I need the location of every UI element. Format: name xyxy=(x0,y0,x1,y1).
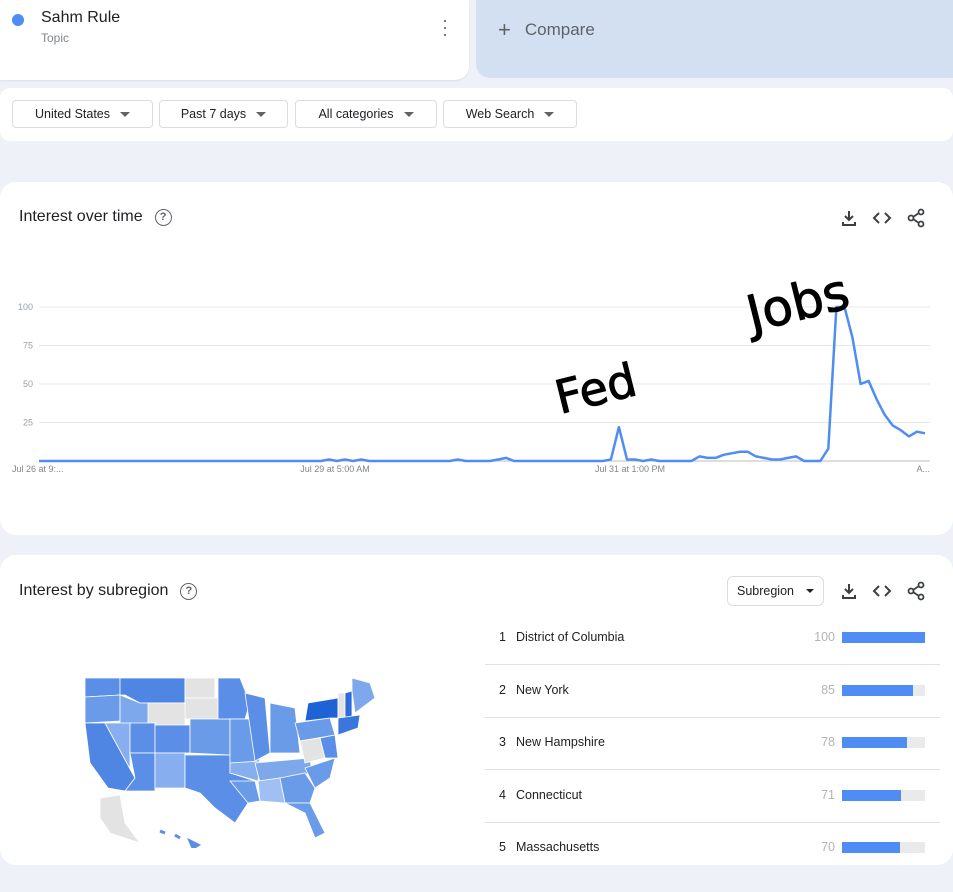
rank: 5 xyxy=(499,840,506,854)
annotation-jobs: Jobs xyxy=(738,262,855,344)
select-label: Subregion xyxy=(737,584,794,598)
row-divider xyxy=(485,822,940,823)
state-north-dakota xyxy=(184,677,216,699)
interest-over-time-card: Interest over time ? 25 50 75 100 Jul 26 at… xyxy=(0,182,953,535)
value-bar-track xyxy=(842,632,925,643)
interest-chart[interactable]: 25 50 75 100 Jul 26 at 9:... Jul 29 at 5:00 … xyxy=(0,182,953,535)
compare-label-wrap[interactable]: + Compare xyxy=(498,17,595,43)
caret-down-icon xyxy=(544,111,555,117)
region-name: Connecticut xyxy=(516,788,583,802)
caret-down-icon xyxy=(806,589,814,593)
x-tick-label: Jul 31 at 1:00 PM xyxy=(595,464,665,474)
state-kansas-nebraska xyxy=(189,718,231,756)
region-filter[interactable]: United States xyxy=(12,100,153,128)
value-bar-fill xyxy=(842,685,913,696)
state-south-dakota xyxy=(184,697,219,720)
region-name: District of Columbia xyxy=(516,630,625,644)
y-tick-label: 100 xyxy=(18,302,33,312)
region-value: 85 xyxy=(821,683,835,697)
search-term-card[interactable]: Sahm Rule Topic · · · xyxy=(0,0,469,80)
region-value: 71 xyxy=(821,788,835,802)
x-tick-label: Jul 29 at 5:00 AM xyxy=(300,464,370,474)
state-hawaii xyxy=(159,829,202,848)
filter-bar: United States Past 7 days All categories… xyxy=(0,88,953,141)
value-bar-fill xyxy=(842,842,901,853)
compare-label: Compare xyxy=(524,20,595,39)
state-minnesota xyxy=(217,677,251,720)
search-type-filter[interactable]: Web Search xyxy=(443,100,577,128)
value-bar-track xyxy=(842,790,925,801)
state-southern-new-england xyxy=(337,714,361,736)
region-value: 78 xyxy=(821,735,835,749)
resolution-select[interactable]: Subregion xyxy=(727,576,824,606)
state-maine xyxy=(351,677,376,714)
term-color-dot xyxy=(12,14,24,26)
help-icon[interactable]: ? xyxy=(180,582,198,600)
state-michigan-ohio-indiana xyxy=(269,702,301,754)
row-divider xyxy=(485,769,940,770)
subregion-row[interactable]: 1 District of Columbia 100 xyxy=(485,630,940,682)
caret-down-icon xyxy=(256,111,267,117)
download-icon[interactable] xyxy=(839,581,859,601)
section-title: Interest by subregion xyxy=(19,582,169,599)
compare-button[interactable]: + Compare xyxy=(476,0,953,78)
time-filter[interactable]: Past 7 days xyxy=(159,100,288,128)
state-vermont xyxy=(337,692,346,719)
state-new-mexico xyxy=(154,752,186,789)
x-tick-label: Jul 26 at 9:... xyxy=(12,464,64,474)
subregion-row[interactable]: 2 New York 85 xyxy=(485,683,940,735)
value-bar-track xyxy=(842,685,925,696)
state-washington xyxy=(84,677,121,698)
section-title-wrap: Interest by subregion ? xyxy=(19,582,198,600)
subregion-row[interactable]: 4 Connecticut 71 xyxy=(485,788,940,840)
state-florida xyxy=(284,802,326,839)
subregion-row[interactable]: 3 New Hampshire 78 xyxy=(485,735,940,787)
rank: 2 xyxy=(499,683,506,697)
region-name: New York xyxy=(516,683,569,697)
region-value: 100 xyxy=(814,630,835,644)
term-type: Topic xyxy=(41,31,70,45)
category-filter[interactable]: All categories xyxy=(295,100,437,128)
rank: 4 xyxy=(499,788,506,802)
state-new-york xyxy=(304,697,339,722)
filter-label: United States xyxy=(34,107,111,121)
state-alaska xyxy=(99,794,142,844)
rank: 1 xyxy=(499,630,506,644)
value-bar-fill xyxy=(842,632,925,643)
filter-label: Past 7 days xyxy=(180,107,247,121)
state-new-hampshire xyxy=(344,690,353,719)
value-bar-fill xyxy=(842,790,901,801)
rank: 3 xyxy=(499,735,506,749)
state-colorado xyxy=(154,724,191,754)
value-bar-track xyxy=(842,737,925,748)
y-tick-label: 50 xyxy=(23,379,33,389)
filter-label: All categories xyxy=(318,107,394,121)
x-tick-label: A... xyxy=(916,464,930,474)
plus-icon: + xyxy=(498,17,511,42)
row-divider xyxy=(485,717,940,718)
annotation-fed: Fed xyxy=(550,353,642,425)
embed-icon[interactable] xyxy=(872,581,892,601)
caret-down-icon xyxy=(120,111,131,117)
value-bar-track xyxy=(842,842,925,853)
us-map[interactable] xyxy=(80,673,380,848)
state-oregon xyxy=(84,694,121,724)
term-title: Sahm Rule xyxy=(41,9,121,26)
region-name: Massachusetts xyxy=(516,840,600,854)
share-icon[interactable] xyxy=(906,581,926,601)
row-divider xyxy=(485,664,940,665)
interest-by-subregion-card: Interest by subregion ? Subregion 1 Dist… xyxy=(0,555,953,865)
value-bar-fill xyxy=(842,737,907,748)
filter-label: Web Search xyxy=(465,107,535,121)
region-value: 70 xyxy=(821,840,835,854)
region-name: New Hampshire xyxy=(516,735,605,749)
caret-down-icon xyxy=(403,111,414,117)
subregion-row[interactable]: 5 Massachusetts 70 xyxy=(485,840,940,892)
y-tick-label: 75 xyxy=(23,341,33,351)
state-utah xyxy=(129,722,156,754)
more-vert-icon[interactable]: · · · xyxy=(438,11,452,43)
y-tick-label: 25 xyxy=(23,418,33,428)
